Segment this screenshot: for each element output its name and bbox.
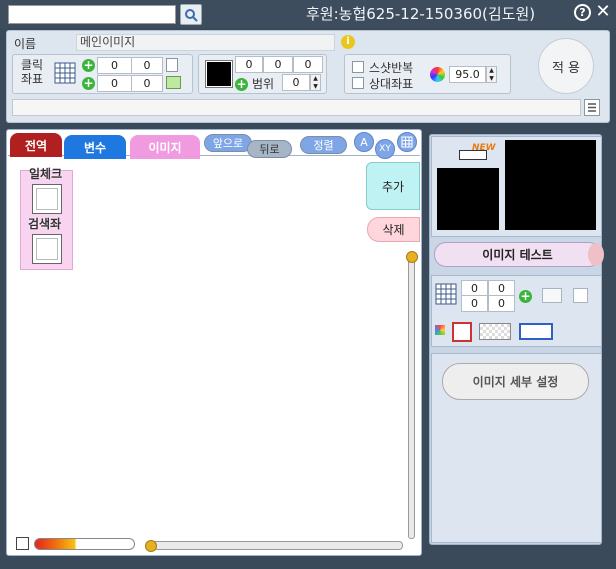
color-g-field[interactable]: 0 <box>263 56 293 73</box>
tools-field-d[interactable]: 0 <box>488 295 515 312</box>
name-field[interactable]: 메인이미지 <box>76 34 335 51</box>
color-swatch[interactable] <box>205 60 233 88</box>
help-icon[interactable]: ? <box>574 4 591 21</box>
search-button[interactable] <box>180 4 202 25</box>
preview-image-large <box>505 140 596 230</box>
opacity-field[interactable]: 95.0 <box>449 66 486 83</box>
edit-icon[interactable] <box>573 288 588 303</box>
list-item[interactable] <box>32 184 62 214</box>
tab-variables[interactable]: 변수 <box>64 135 126 159</box>
horizontal-scrollbar[interactable] <box>149 541 403 550</box>
color-r-field[interactable]: 0 <box>235 56 263 73</box>
add-point-icon-2[interactable]: + <box>82 77 95 90</box>
apply-button[interactable]: 적 용 <box>538 38 594 94</box>
image-detail-settings-button[interactable]: 이미지 세부 설정 <box>442 363 589 400</box>
sponsor-text: 후원:농협625-12-150360(김도원) <box>306 5 536 23</box>
click-x2-field[interactable]: 0 <box>97 75 132 92</box>
tools-grid-icon[interactable] <box>435 283 457 305</box>
close-icon[interactable]: ✕ <box>595 2 611 22</box>
click-label-line2: 좌표 <box>21 72 44 86</box>
list-item-label: 검색좌 <box>28 217 62 231</box>
palette-icon[interactable] <box>435 325 445 335</box>
image-test-knob[interactable] <box>588 243 604 266</box>
command-strip[interactable] <box>12 99 581 116</box>
vertical-scrollbar[interactable] <box>408 254 415 539</box>
name-label: 이름 <box>14 37 37 51</box>
list-item[interactable] <box>32 234 62 264</box>
color-b-field[interactable]: 0 <box>293 56 323 73</box>
click-x1-field[interactable]: 0 <box>97 57 132 74</box>
tab-images-label: 이미지 <box>148 140 182 155</box>
range-label: 범위 <box>252 77 275 91</box>
forward-button[interactable]: 앞으로 <box>204 134 252 152</box>
click-y1-field[interactable]: 0 <box>131 57 163 74</box>
screenshot-repeat-checkbox[interactable] <box>352 61 364 73</box>
click-label: 클릭 좌표 <box>21 58 43 86</box>
preview-image-small <box>437 168 499 230</box>
speed-gradient-bar[interactable] <box>34 538 135 550</box>
bottom-checkbox[interactable] <box>16 537 29 550</box>
click-y2-field[interactable]: 0 <box>131 75 163 92</box>
list-item-label: 일체크 <box>29 167 63 181</box>
menu-icon[interactable] <box>584 99 600 116</box>
grid-icon[interactable] <box>54 62 76 84</box>
add-grid-icon[interactable]: + <box>519 290 532 303</box>
copy-icon[interactable] <box>166 58 178 72</box>
back-button[interactable]: 뒤로 <box>247 140 292 158</box>
tab-images[interactable]: 이미지 <box>130 135 200 159</box>
color-wheel-icon[interactable] <box>430 67 445 82</box>
top-search-input[interactable] <box>8 5 176 24</box>
relative-coords-label: 상대좌표 <box>369 77 414 91</box>
range-spinner[interactable]: ▲ ▼ <box>310 74 321 91</box>
add-button[interactable]: 추가 <box>366 162 420 210</box>
tab-global[interactable]: 전역 <box>10 133 62 157</box>
add-color-icon[interactable]: + <box>235 78 248 91</box>
range-field[interactable]: 0 <box>282 74 310 91</box>
grid-view-button[interactable] <box>397 132 417 152</box>
info-icon[interactable]: i <box>341 35 355 49</box>
vertical-scroll-thumb[interactable] <box>406 251 418 263</box>
relative-coords-checkbox[interactable] <box>352 77 364 89</box>
tab-global-label: 전역 <box>24 138 48 153</box>
search-icon <box>185 8 198 22</box>
sort-button[interactable]: 정렬 <box>300 136 347 154</box>
new-badge: NEW <box>472 143 496 153</box>
opacity-spinner[interactable]: ▲ ▼ <box>486 66 497 83</box>
screenshot-repeat-label: 스샷반복 <box>369 61 414 75</box>
grid-view-icon <box>401 136 413 148</box>
transparency-icon[interactable] <box>479 323 511 340</box>
horizontal-scroll-thumb[interactable] <box>145 540 157 552</box>
tools-field-c[interactable]: 0 <box>461 295 488 312</box>
xy-button[interactable]: XY <box>375 139 395 159</box>
add-folder-icon[interactable] <box>542 288 562 303</box>
crop-icon[interactable] <box>519 323 553 340</box>
align-a-button[interactable]: A <box>354 132 374 152</box>
tab-variables-label: 변수 <box>83 140 107 155</box>
add-point-icon[interactable]: + <box>82 59 95 72</box>
delete-button[interactable]: 삭제 <box>367 217 420 242</box>
image-test-button[interactable]: 이미지 테스트 <box>434 242 601 267</box>
image-icon[interactable] <box>166 76 181 89</box>
click-label-line1: 클릭 <box>21 58 44 72</box>
frame-icon[interactable] <box>452 322 472 342</box>
